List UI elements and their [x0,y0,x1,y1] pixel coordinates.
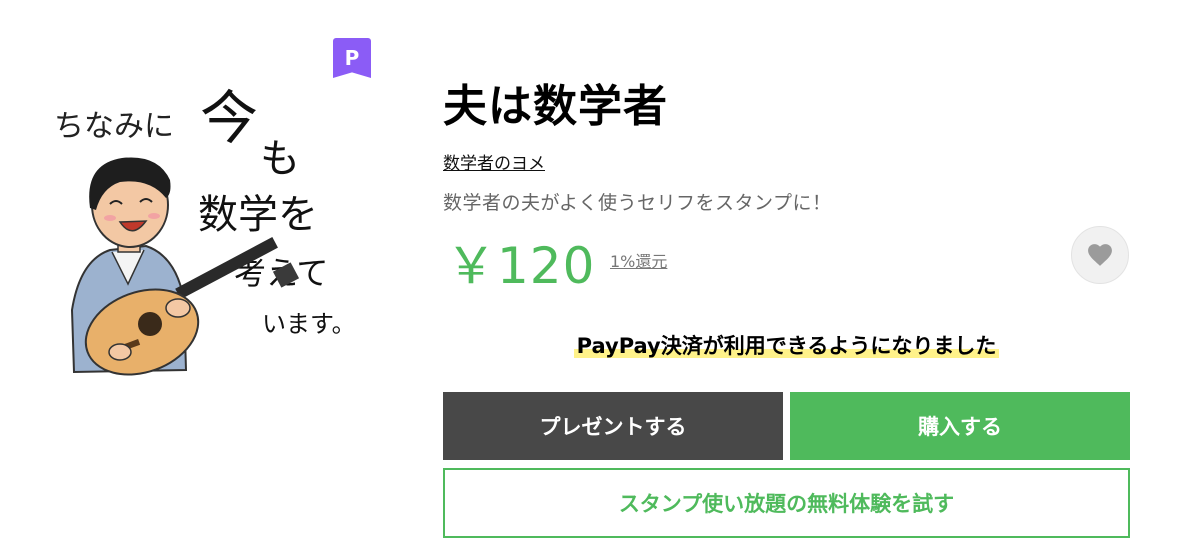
gift-button[interactable]: プレゼントする [443,392,783,460]
sticker-text-line1: ちなみに [54,110,174,143]
paypay-notice-text: PayPay決済が利用できるようになりました [573,334,1000,358]
sticker-text-line2: 数学を [198,192,318,237]
sticker-text-line4: います。 [262,312,356,338]
buy-button[interactable]: 購入する [790,392,1130,460]
sticker-text-small: も [260,136,300,181]
sticker-image: ちなみに 今 も 数学を 考えて います。 [50,70,370,400]
sticker-text-big: 今 [200,86,258,151]
paypay-notice: PayPay決済が利用できるようになりました [443,330,1130,360]
favorite-button[interactable] [1071,226,1129,284]
price: ￥120 [446,237,596,295]
cashback-link[interactable]: 1%還元 [610,248,667,272]
free-trial-button[interactable]: スタンプ使い放題の無料体験を試す [443,468,1130,538]
author-link[interactable]: 数学者のヨメ [443,149,545,174]
product-title: 夫は数学者 [443,81,668,132]
heart-icon [1088,244,1112,266]
premium-badge-icon: P [333,38,371,78]
premium-badge-label: P [344,46,360,70]
product-description: 数学者の夫がよく使うセリフをスタンプに！ [443,192,832,214]
